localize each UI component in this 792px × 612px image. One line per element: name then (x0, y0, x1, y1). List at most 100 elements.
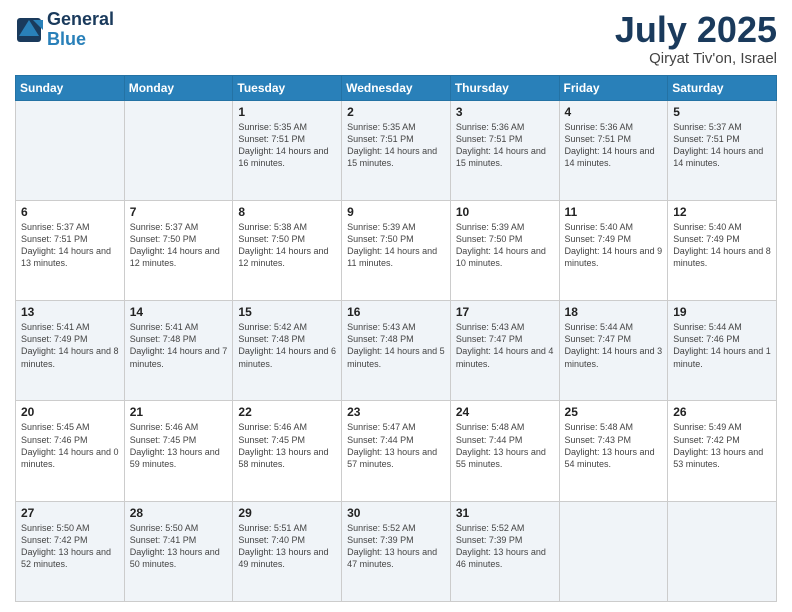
day-info: Sunrise: 5:39 AM Sunset: 7:50 PM Dayligh… (456, 221, 554, 270)
logo-icon (15, 16, 43, 44)
location: Qiryat Tiv'on, Israel (615, 50, 777, 67)
day-info: Sunrise: 5:36 AM Sunset: 7:51 PM Dayligh… (565, 121, 663, 170)
day-number: 26 (673, 405, 771, 419)
calendar-cell (124, 100, 233, 200)
calendar-cell: 17 Sunrise: 5:43 AM Sunset: 7:47 PM Dayl… (450, 301, 559, 401)
calendar-cell: 10 Sunrise: 5:39 AM Sunset: 7:50 PM Dayl… (450, 200, 559, 300)
calendar-cell: 11 Sunrise: 5:40 AM Sunset: 7:49 PM Dayl… (559, 200, 668, 300)
calendar-cell: 27 Sunrise: 5:50 AM Sunset: 7:42 PM Dayl… (16, 501, 125, 601)
day-info: Sunrise: 5:52 AM Sunset: 7:39 PM Dayligh… (456, 522, 554, 571)
calendar-cell: 21 Sunrise: 5:46 AM Sunset: 7:45 PM Dayl… (124, 401, 233, 501)
calendar-cell: 23 Sunrise: 5:47 AM Sunset: 7:44 PM Dayl… (342, 401, 451, 501)
calendar-cell (668, 501, 777, 601)
day-info: Sunrise: 5:43 AM Sunset: 7:48 PM Dayligh… (347, 321, 445, 370)
day-info: Sunrise: 5:48 AM Sunset: 7:43 PM Dayligh… (565, 421, 663, 470)
weekday-header: Wednesday (342, 75, 451, 100)
weekday-header: Tuesday (233, 75, 342, 100)
day-number: 5 (673, 105, 771, 119)
day-info: Sunrise: 5:41 AM Sunset: 7:49 PM Dayligh… (21, 321, 119, 370)
weekday-header: Friday (559, 75, 668, 100)
calendar-cell: 12 Sunrise: 5:40 AM Sunset: 7:49 PM Dayl… (668, 200, 777, 300)
day-number: 13 (21, 305, 119, 319)
day-number: 1 (238, 105, 336, 119)
title-area: July 2025 Qiryat Tiv'on, Israel (615, 10, 777, 67)
page: General Blue July 2025 Qiryat Tiv'on, Is… (0, 0, 792, 612)
calendar-week-row: 27 Sunrise: 5:50 AM Sunset: 7:42 PM Dayl… (16, 501, 777, 601)
calendar-cell: 1 Sunrise: 5:35 AM Sunset: 7:51 PM Dayli… (233, 100, 342, 200)
calendar-cell: 24 Sunrise: 5:48 AM Sunset: 7:44 PM Dayl… (450, 401, 559, 501)
day-number: 19 (673, 305, 771, 319)
calendar-cell: 14 Sunrise: 5:41 AM Sunset: 7:48 PM Dayl… (124, 301, 233, 401)
day-number: 25 (565, 405, 663, 419)
day-number: 15 (238, 305, 336, 319)
day-info: Sunrise: 5:45 AM Sunset: 7:46 PM Dayligh… (21, 421, 119, 470)
day-number: 6 (21, 205, 119, 219)
logo: General Blue (15, 10, 114, 50)
day-number: 12 (673, 205, 771, 219)
day-number: 29 (238, 506, 336, 520)
calendar-cell: 8 Sunrise: 5:38 AM Sunset: 7:50 PM Dayli… (233, 200, 342, 300)
calendar-cell: 9 Sunrise: 5:39 AM Sunset: 7:50 PM Dayli… (342, 200, 451, 300)
calendar-cell (16, 100, 125, 200)
calendar-cell: 25 Sunrise: 5:48 AM Sunset: 7:43 PM Dayl… (559, 401, 668, 501)
day-number: 30 (347, 506, 445, 520)
day-info: Sunrise: 5:50 AM Sunset: 7:41 PM Dayligh… (130, 522, 228, 571)
calendar-cell: 22 Sunrise: 5:46 AM Sunset: 7:45 PM Dayl… (233, 401, 342, 501)
day-number: 22 (238, 405, 336, 419)
day-info: Sunrise: 5:46 AM Sunset: 7:45 PM Dayligh… (238, 421, 336, 470)
day-number: 10 (456, 205, 554, 219)
day-info: Sunrise: 5:43 AM Sunset: 7:47 PM Dayligh… (456, 321, 554, 370)
day-info: Sunrise: 5:35 AM Sunset: 7:51 PM Dayligh… (347, 121, 445, 170)
day-number: 7 (130, 205, 228, 219)
day-info: Sunrise: 5:37 AM Sunset: 7:50 PM Dayligh… (130, 221, 228, 270)
day-info: Sunrise: 5:51 AM Sunset: 7:40 PM Dayligh… (238, 522, 336, 571)
calendar-cell: 19 Sunrise: 5:44 AM Sunset: 7:46 PM Dayl… (668, 301, 777, 401)
calendar-week-row: 20 Sunrise: 5:45 AM Sunset: 7:46 PM Dayl… (16, 401, 777, 501)
calendar: SundayMondayTuesdayWednesdayThursdayFrid… (15, 75, 777, 602)
header-row: SundayMondayTuesdayWednesdayThursdayFrid… (16, 75, 777, 100)
day-info: Sunrise: 5:40 AM Sunset: 7:49 PM Dayligh… (673, 221, 771, 270)
day-number: 4 (565, 105, 663, 119)
day-number: 8 (238, 205, 336, 219)
day-number: 18 (565, 305, 663, 319)
day-info: Sunrise: 5:36 AM Sunset: 7:51 PM Dayligh… (456, 121, 554, 170)
calendar-cell: 31 Sunrise: 5:52 AM Sunset: 7:39 PM Dayl… (450, 501, 559, 601)
calendar-cell: 6 Sunrise: 5:37 AM Sunset: 7:51 PM Dayli… (16, 200, 125, 300)
day-number: 20 (21, 405, 119, 419)
calendar-cell: 29 Sunrise: 5:51 AM Sunset: 7:40 PM Dayl… (233, 501, 342, 601)
day-info: Sunrise: 5:52 AM Sunset: 7:39 PM Dayligh… (347, 522, 445, 571)
calendar-cell: 26 Sunrise: 5:49 AM Sunset: 7:42 PM Dayl… (668, 401, 777, 501)
day-number: 17 (456, 305, 554, 319)
day-info: Sunrise: 5:41 AM Sunset: 7:48 PM Dayligh… (130, 321, 228, 370)
day-number: 11 (565, 205, 663, 219)
calendar-cell: 16 Sunrise: 5:43 AM Sunset: 7:48 PM Dayl… (342, 301, 451, 401)
calendar-cell: 3 Sunrise: 5:36 AM Sunset: 7:51 PM Dayli… (450, 100, 559, 200)
logo-line1: General (47, 10, 114, 30)
weekday-header: Sunday (16, 75, 125, 100)
day-number: 21 (130, 405, 228, 419)
day-number: 9 (347, 205, 445, 219)
month-title: July 2025 (615, 10, 777, 50)
day-number: 23 (347, 405, 445, 419)
calendar-cell: 28 Sunrise: 5:50 AM Sunset: 7:41 PM Dayl… (124, 501, 233, 601)
calendar-cell: 15 Sunrise: 5:42 AM Sunset: 7:48 PM Dayl… (233, 301, 342, 401)
day-info: Sunrise: 5:44 AM Sunset: 7:46 PM Dayligh… (673, 321, 771, 370)
day-info: Sunrise: 5:46 AM Sunset: 7:45 PM Dayligh… (130, 421, 228, 470)
calendar-week-row: 1 Sunrise: 5:35 AM Sunset: 7:51 PM Dayli… (16, 100, 777, 200)
day-number: 28 (130, 506, 228, 520)
calendar-cell: 20 Sunrise: 5:45 AM Sunset: 7:46 PM Dayl… (16, 401, 125, 501)
calendar-cell (559, 501, 668, 601)
weekday-header: Thursday (450, 75, 559, 100)
logo-line2: Blue (47, 29, 86, 49)
day-info: Sunrise: 5:50 AM Sunset: 7:42 PM Dayligh… (21, 522, 119, 571)
day-info: Sunrise: 5:49 AM Sunset: 7:42 PM Dayligh… (673, 421, 771, 470)
calendar-cell: 30 Sunrise: 5:52 AM Sunset: 7:39 PM Dayl… (342, 501, 451, 601)
day-info: Sunrise: 5:44 AM Sunset: 7:47 PM Dayligh… (565, 321, 663, 370)
calendar-cell: 18 Sunrise: 5:44 AM Sunset: 7:47 PM Dayl… (559, 301, 668, 401)
day-number: 16 (347, 305, 445, 319)
day-info: Sunrise: 5:37 AM Sunset: 7:51 PM Dayligh… (673, 121, 771, 170)
day-info: Sunrise: 5:39 AM Sunset: 7:50 PM Dayligh… (347, 221, 445, 270)
calendar-week-row: 13 Sunrise: 5:41 AM Sunset: 7:49 PM Dayl… (16, 301, 777, 401)
day-number: 3 (456, 105, 554, 119)
calendar-cell: 7 Sunrise: 5:37 AM Sunset: 7:50 PM Dayli… (124, 200, 233, 300)
